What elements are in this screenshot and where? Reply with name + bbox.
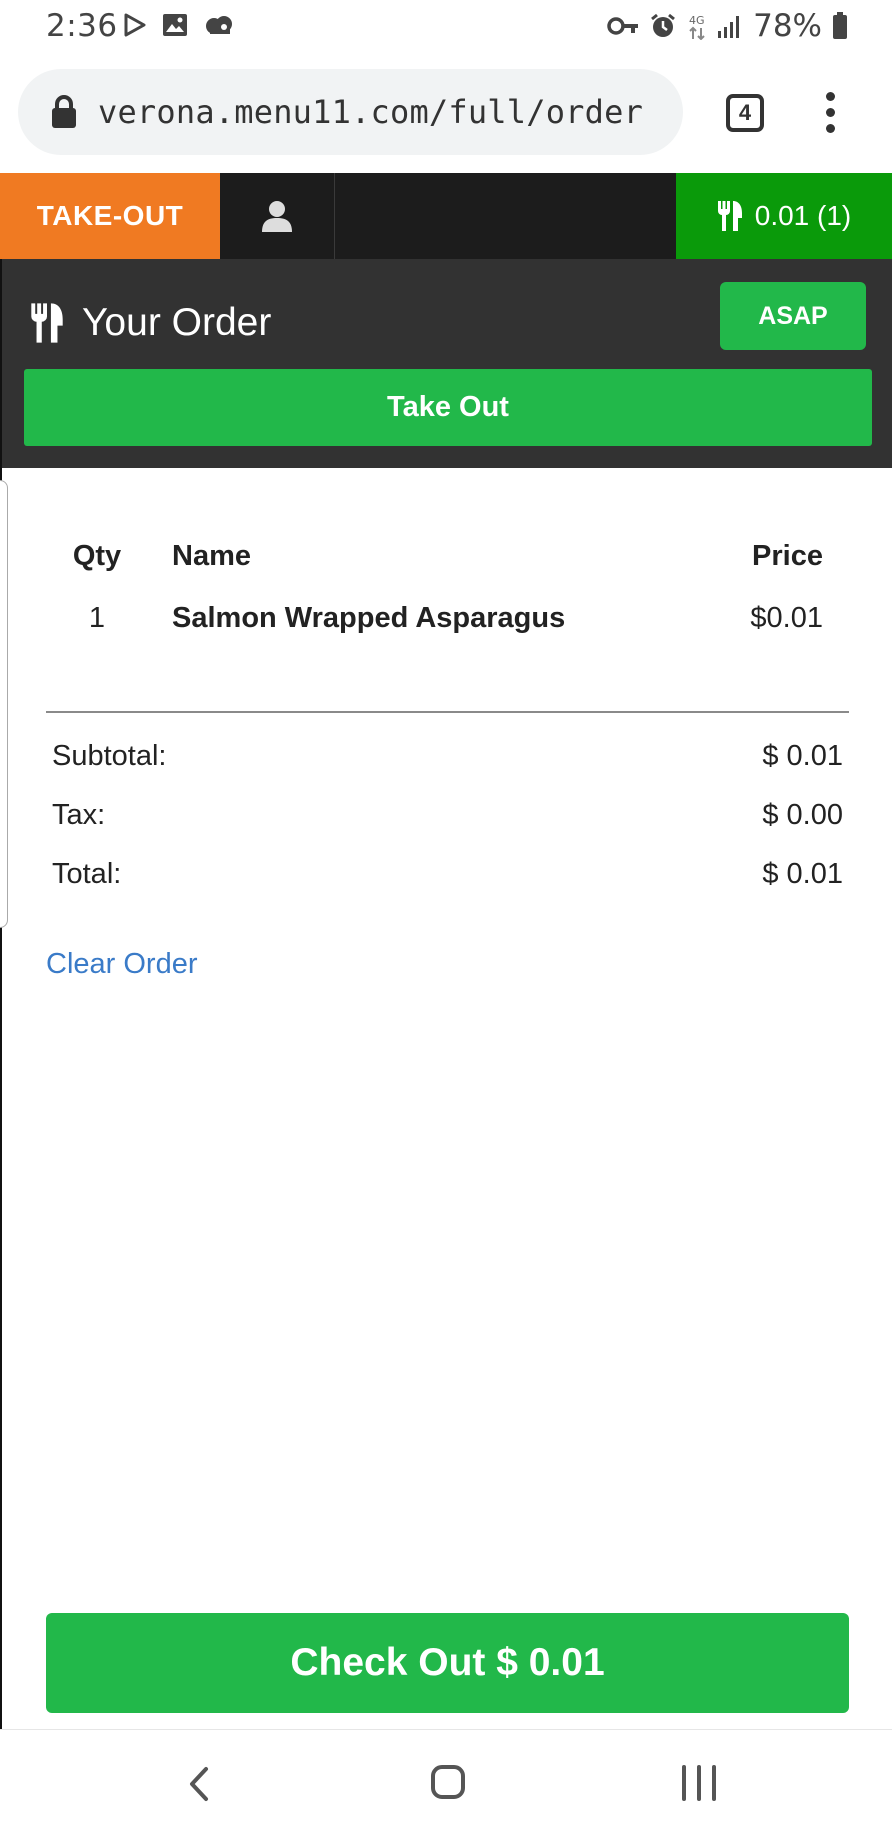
cart-summary: 0.01 (1) <box>754 200 852 231</box>
utensils-icon <box>31 303 63 343</box>
subtotal-value: $ 0.01 <box>762 740 843 772</box>
checkout-button[interactable]: Check Out $ 0.01 <box>46 1613 849 1713</box>
battery-icon <box>833 12 847 39</box>
user-icon <box>262 201 292 232</box>
url-text: verona.menu11.com/full/order <box>98 93 644 131</box>
header-qty: Qty <box>72 540 122 572</box>
table-row[interactable]: 1 Salmon Wrapped Asparagus $0.01 <box>46 596 849 698</box>
svg-text:4G: 4G <box>689 14 705 27</box>
order-table: Qty Name Price 1 Salmon Wrapped Asparagu… <box>46 520 849 698</box>
total-row: Total: $ 0.01 <box>52 858 843 917</box>
tab-switcher-button[interactable]: 4 <box>726 94 764 132</box>
total-label: Total: <box>52 858 122 890</box>
play-store-icon <box>124 13 146 37</box>
order-totals: Subtotal: $ 0.01 Tax: $ 0.00 Total: $ 0.… <box>52 740 843 917</box>
status-right-icons: 4G 78% <box>607 8 848 44</box>
table-header: Qty Name Price <box>46 520 849 596</box>
system-nav-bar <box>0 1729 892 1834</box>
status-time: 2:36 <box>46 8 118 44</box>
app-nav-bar: TAKE-OUT 0.01 (1) <box>0 173 892 259</box>
asap-button[interactable]: ASAP <box>720 282 866 350</box>
order-title-text: Your Order <box>82 301 272 344</box>
address-bar[interactable]: verona.menu11.com/full/order <box>18 69 683 155</box>
takeout-tab[interactable]: TAKE-OUT <box>0 173 220 259</box>
tax-value: $ 0.00 <box>762 799 843 831</box>
vpn-key-icon <box>607 17 639 35</box>
signal-icon <box>718 16 740 38</box>
alarm-icon <box>651 13 676 37</box>
item-price: $0.01 <box>750 602 823 634</box>
clear-order-link[interactable]: Clear Order <box>46 948 198 981</box>
order-header: Your Order ASAP Take Out <box>2 259 892 468</box>
status-left-icons <box>124 13 234 37</box>
back-icon[interactable] <box>186 1766 212 1802</box>
header-price: Price <box>752 540 823 572</box>
cart-button[interactable]: 0.01 (1) <box>676 173 892 259</box>
tax-label: Tax: <box>52 799 106 831</box>
header-name: Name <box>172 540 251 572</box>
cloud-icon <box>206 16 232 34</box>
battery-percent: 78% <box>753 8 822 44</box>
side-drawer-handle[interactable] <box>0 480 8 928</box>
data-icon: 4G <box>689 14 705 40</box>
subtotal-label: Subtotal: <box>52 740 167 772</box>
home-icon[interactable] <box>431 1765 465 1799</box>
status-bar: 2:36 4G 78% <box>0 0 892 54</box>
utensils-icon <box>717 201 742 231</box>
total-value: $ 0.01 <box>762 858 843 890</box>
browser-toolbar: verona.menu11.com/full/order 4 <box>0 54 892 173</box>
subtotal-row: Subtotal: $ 0.01 <box>52 740 843 799</box>
tax-row: Tax: $ 0.00 <box>52 799 843 858</box>
lock-icon <box>52 95 76 128</box>
browser-menu-icon[interactable] <box>822 92 838 134</box>
divider <box>46 711 849 713</box>
item-qty: 1 <box>88 602 106 634</box>
order-type-button[interactable]: Take Out <box>24 369 872 446</box>
order-title: Your Order <box>30 301 271 345</box>
recents-icon[interactable] <box>682 1765 716 1801</box>
item-name: Salmon Wrapped Asparagus <box>172 602 566 634</box>
account-button[interactable] <box>220 173 335 259</box>
image-icon <box>163 14 187 36</box>
